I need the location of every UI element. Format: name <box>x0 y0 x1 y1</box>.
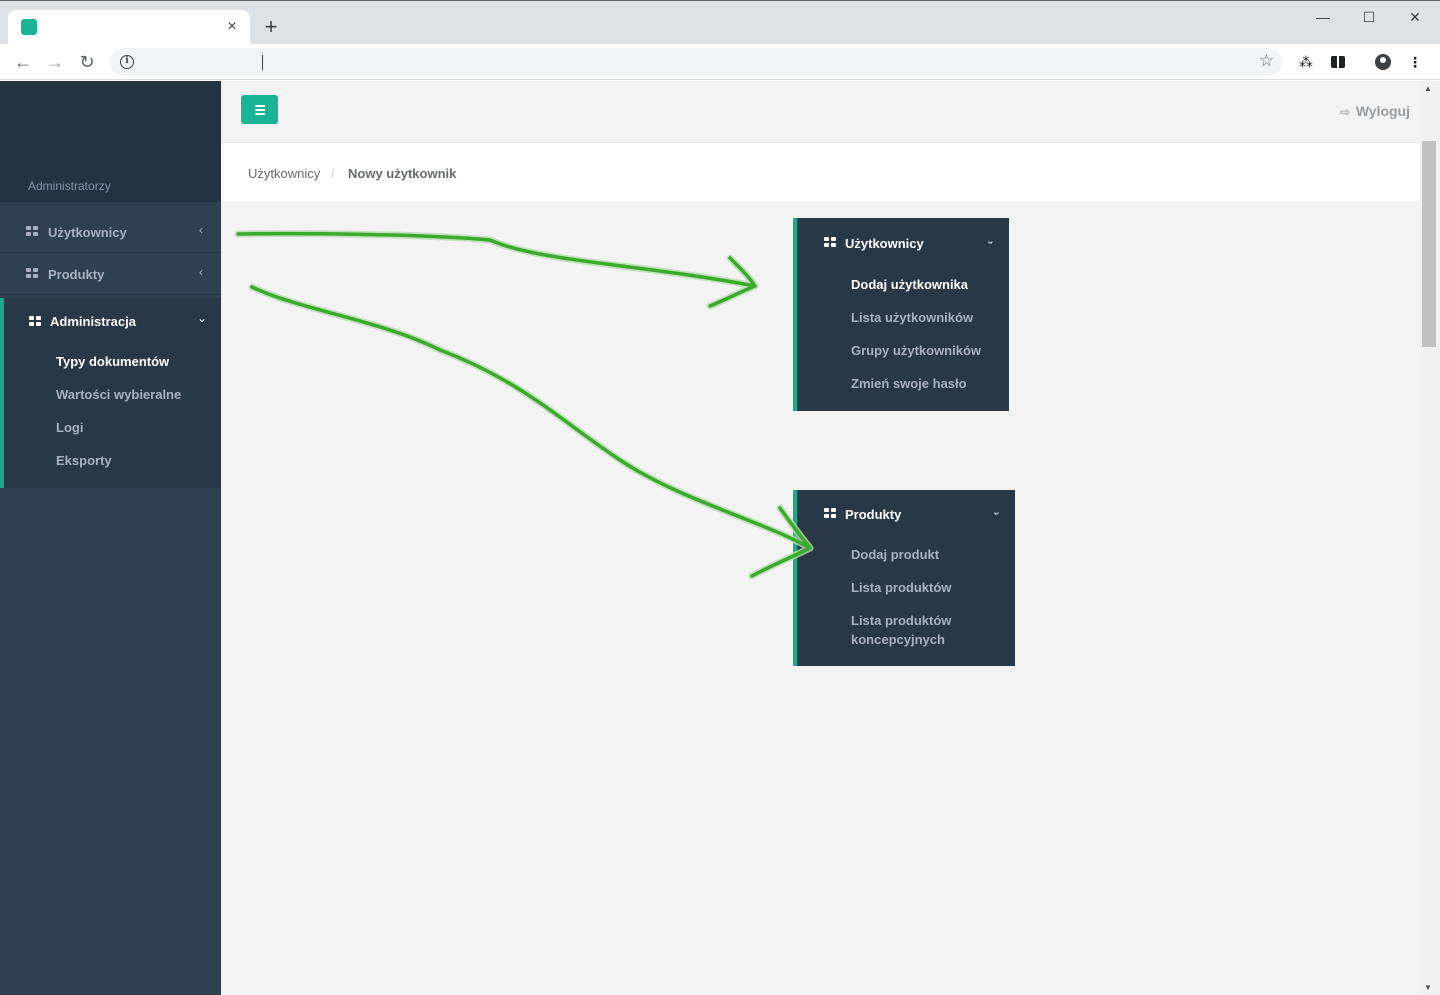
users-menu-preview: Użytkownicy ⌄ Dodaj użytkownika Lista uż… <box>793 218 1009 411</box>
text-cursor <box>262 55 263 70</box>
browser-toolbar: ← → ↻ i ☆ ⁂ ⋮ <box>0 44 1440 80</box>
bookmark-star-icon[interactable]: ☆ <box>1259 51 1274 71</box>
sidebar-item-administration-toggle[interactable]: Administracja ⌄ <box>4 298 221 344</box>
sign-out-icon: ⇨ <box>1339 105 1350 119</box>
scroll-up-icon[interactable]: ▲ <box>1424 84 1432 93</box>
grid-icon <box>824 237 836 248</box>
browser-tab-strip: × + — ☐ ✕ <box>0 0 1440 45</box>
products-menu-header[interactable]: Produkty ⌄ <box>797 490 1015 536</box>
back-icon[interactable]: ← <box>10 49 36 75</box>
grid-icon <box>26 268 38 279</box>
chevron-left-icon: ‹ <box>199 223 203 237</box>
menu-item-change-password[interactable]: Zmień swoje hasło <box>851 374 967 393</box>
extension-book-icon[interactable] <box>1325 49 1351 75</box>
maximize-button[interactable]: ☐ <box>1346 6 1392 28</box>
new-tab-button[interactable]: + <box>259 16 283 40</box>
sidebar-subitem-exports[interactable]: Eksporty <box>56 453 112 468</box>
breadcrumb-separator: / <box>331 166 335 181</box>
page-scrollbar[interactable]: ▲ ▼ <box>1420 81 1440 995</box>
menu-item-product-list[interactable]: Lista produktów <box>851 578 951 597</box>
products-menu-label: Produkty <box>845 507 902 522</box>
address-bar[interactable]: i ☆ <box>110 48 1282 76</box>
forward-icon[interactable]: → <box>42 49 68 75</box>
scroll-thumb[interactable] <box>1422 141 1436 347</box>
logout-label: Wyloguj <box>1355 103 1410 119</box>
breadcrumb-parent[interactable]: Użytkownicy <box>248 166 320 181</box>
users-menu-header[interactable]: Użytkownicy ⌄ <box>797 218 1009 264</box>
page-heading: Użytkownicy / Nowy użytkownik <box>221 143 1420 203</box>
menu-toggle-button[interactable] <box>241 95 278 124</box>
sidebar: Administratorzy Użytkownicy ‹ Produkty ‹… <box>0 81 221 995</box>
browser-tab[interactable]: × <box>8 10 250 45</box>
sidebar-item-products[interactable]: Produkty ‹ <box>0 253 221 295</box>
products-menu-preview: Produkty ⌄ Dodaj produkt Lista produktów… <box>793 490 1015 666</box>
sidebar-subitem-selectable-values[interactable]: Wartości wybieralne <box>56 387 181 402</box>
users-menu-label: Użytkownicy <box>845 236 924 251</box>
top-navbar: ⇨ Wyloguj <box>221 81 1420 143</box>
extension-icon[interactable]: ⁂ <box>1293 49 1319 75</box>
reload-icon[interactable]: ↻ <box>74 49 100 75</box>
grid-icon <box>26 226 38 237</box>
grid-icon <box>824 508 836 519</box>
menu-item-add-product[interactable]: Dodaj produkt <box>851 545 939 564</box>
sidebar-item-label: Produkty <box>48 267 105 282</box>
close-tab-button[interactable]: × <box>222 17 242 37</box>
browser-menu-icon[interactable]: ⋮ <box>1402 49 1428 75</box>
sidebar-subitem-logs[interactable]: Logi <box>56 420 83 435</box>
menu-item-user-list[interactable]: Lista użytkowników <box>851 308 973 327</box>
chevron-down-icon: ⌄ <box>991 506 1001 518</box>
profile-header: Administratorzy <box>0 81 221 202</box>
sidebar-item-administration: Administracja ⌄ Typy dokumentów Wartości… <box>0 298 221 488</box>
favicon-icon <box>21 19 37 35</box>
minimize-button[interactable]: — <box>1300 6 1346 28</box>
sidebar-item-users[interactable]: Użytkownicy ‹ <box>0 211 221 253</box>
chevron-down-icon: ⌄ <box>196 311 207 325</box>
scroll-down-icon[interactable]: ▼ <box>1424 983 1432 992</box>
menu-item-add-user[interactable]: Dodaj użytkownika <box>851 275 968 294</box>
sidebar-subitem-document-types[interactable]: Typy dokumentów <box>56 354 169 369</box>
grid-icon <box>29 316 41 327</box>
account-icon[interactable] <box>1370 49 1396 75</box>
close-window-button[interactable]: ✕ <box>1392 6 1438 28</box>
menu-item-concept-product-list[interactable]: Lista produktów koncepcyjnych <box>851 611 981 649</box>
menu-item-user-groups[interactable]: Grupy użytkowników <box>851 341 981 360</box>
chevron-down-icon: ⌄ <box>985 235 995 247</box>
breadcrumb-current: Nowy użytkownik <box>348 166 457 181</box>
logout-link[interactable]: ⇨ Wyloguj <box>1340 103 1410 119</box>
sidebar-item-label: Administracja <box>50 314 136 329</box>
sidebar-item-label: Użytkownicy <box>48 225 127 240</box>
profile-role-label: Administratorzy <box>28 179 111 193</box>
site-info-icon[interactable]: i <box>120 55 134 69</box>
chevron-left-icon: ‹ <box>199 265 203 279</box>
